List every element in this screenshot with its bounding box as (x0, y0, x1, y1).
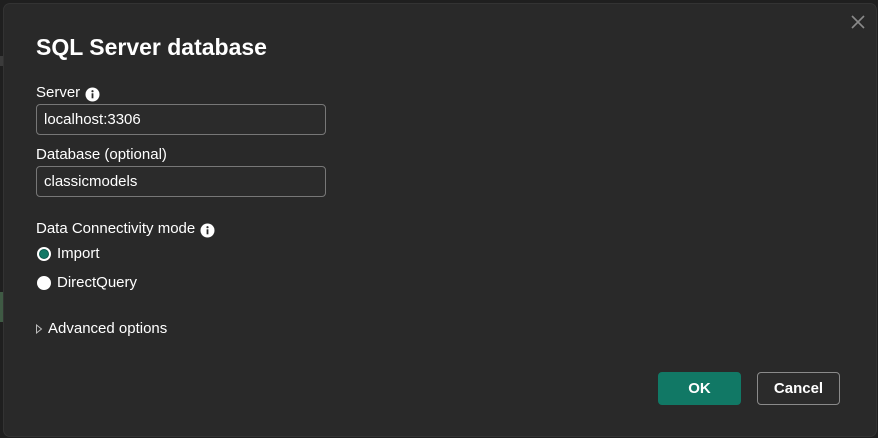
connectivity-label-row: Data Connectivity mode (36, 220, 215, 238)
connectivity-label: Data Connectivity mode (36, 220, 196, 237)
server-input[interactable] (36, 104, 326, 135)
database-input[interactable] (36, 166, 326, 197)
radio-directquery-label: DirectQuery (57, 274, 138, 291)
advanced-options-label: Advanced options (48, 320, 168, 337)
chevron-right-icon (36, 323, 43, 334)
radio-import-label: Import (57, 245, 100, 262)
server-label-row: Server (36, 84, 100, 102)
radio-directquery[interactable]: DirectQuery (37, 274, 137, 291)
info-icon[interactable] (200, 223, 215, 238)
close-icon (851, 15, 865, 29)
info-icon[interactable] (85, 87, 100, 102)
server-label: Server (36, 84, 81, 101)
database-label-row: Database (optional) (36, 146, 167, 164)
advanced-options-toggle[interactable]: Advanced options (34, 320, 167, 337)
ok-button[interactable]: OK (658, 372, 741, 405)
radio-button-unchecked[interactable] (37, 275, 51, 290)
radio-button-checked[interactable] (37, 246, 51, 261)
sql-server-database-dialog: SQL Server database Server Database (opt… (4, 4, 876, 436)
cancel-button[interactable]: Cancel (757, 372, 840, 405)
database-label: Database (optional) (36, 146, 167, 163)
close-button[interactable] (848, 12, 868, 32)
dialog-title: SQL Server database (36, 34, 267, 60)
radio-import[interactable]: Import (37, 245, 100, 262)
